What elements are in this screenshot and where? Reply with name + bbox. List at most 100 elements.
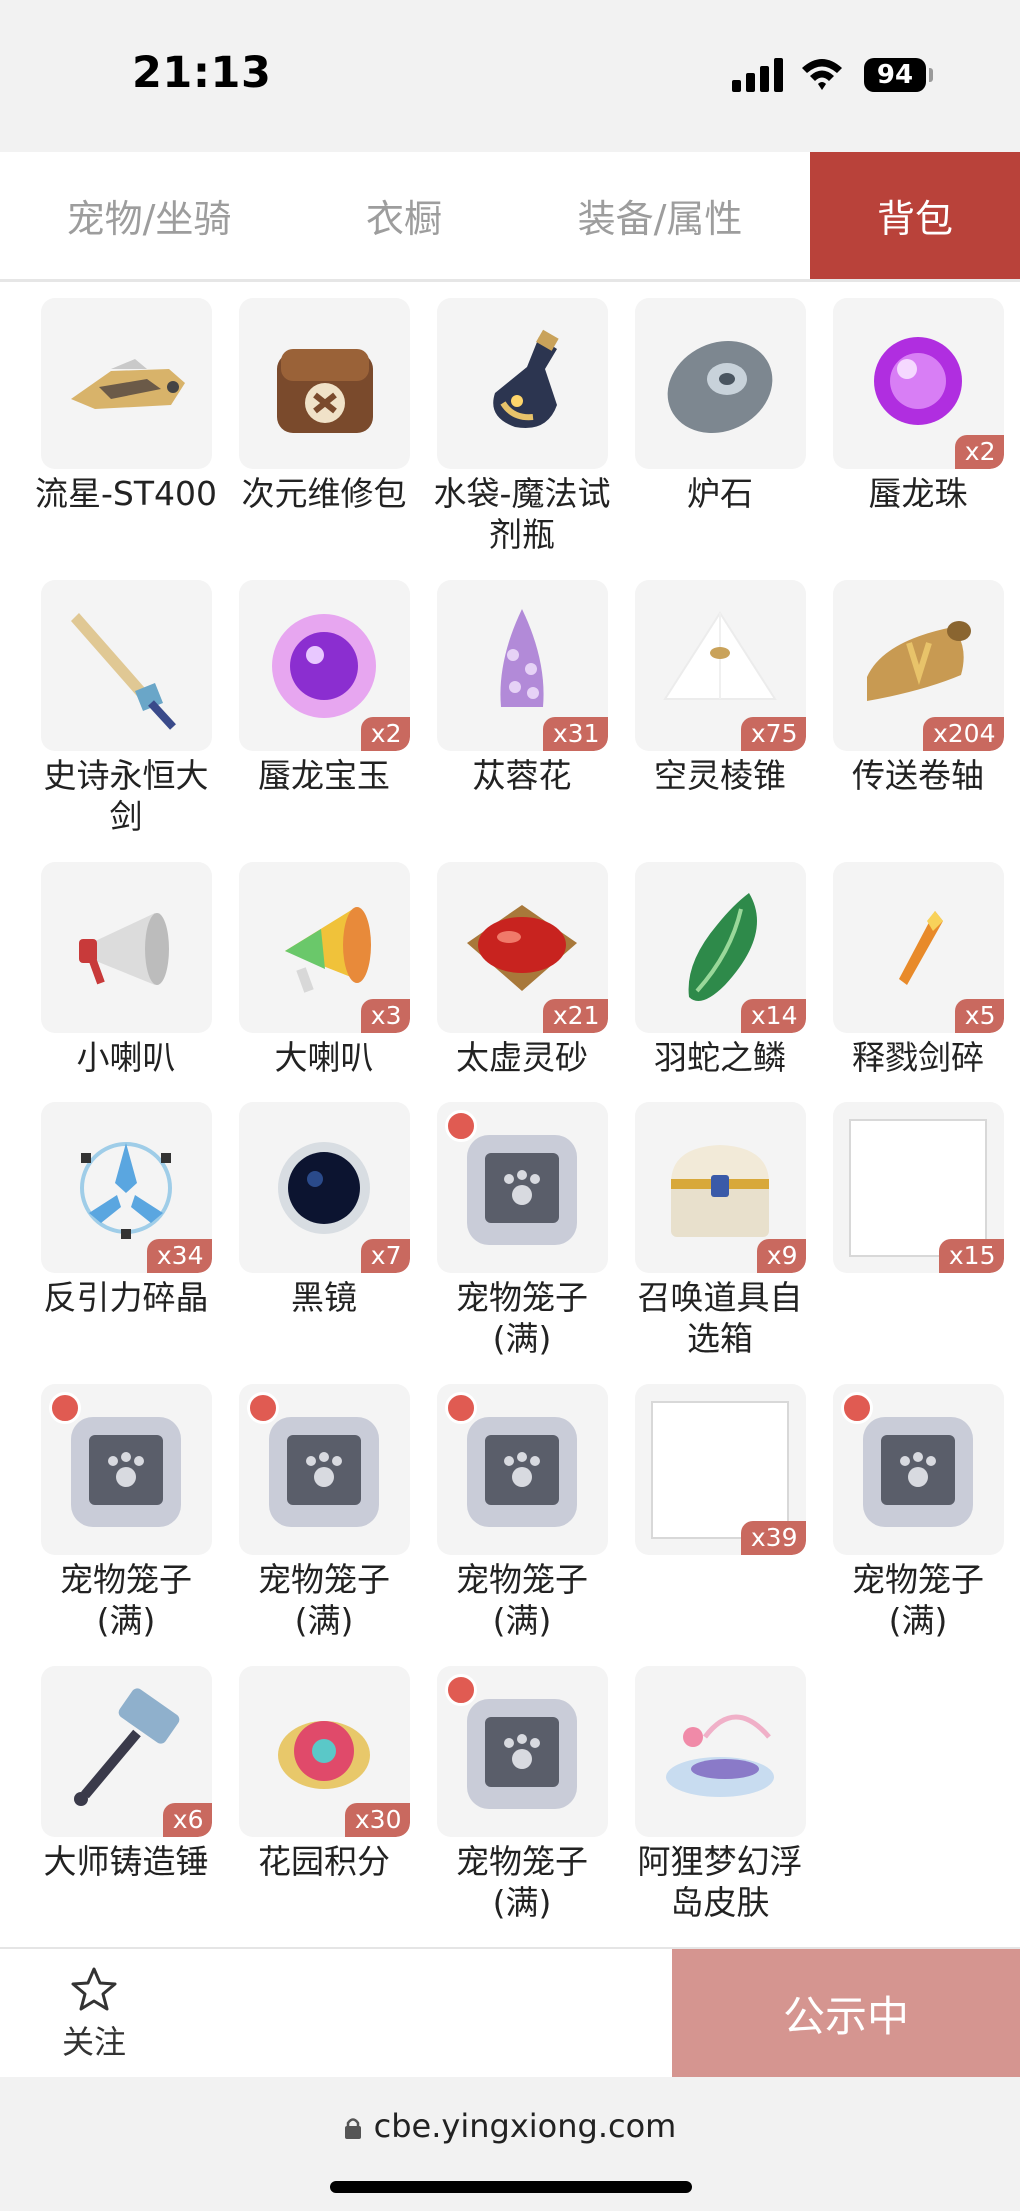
item-name: 炉石: [687, 474, 753, 513]
follow-label: 关注: [61, 2023, 126, 2061]
item-thumbnail: [436, 1666, 608, 1837]
backpack-item[interactable]: x9 召唤道具自选箱: [621, 1102, 819, 1384]
greatsword-icon: [71, 612, 176, 730]
backpack-item[interactable]: x2 蜃龙宝玉: [225, 580, 423, 862]
item-thumbnail: x7: [238, 1102, 410, 1273]
backpack-item[interactable]: 史诗永恒大剑: [27, 580, 225, 862]
home-indicator: [330, 2181, 692, 2193]
follow-button[interactable]: 关注: [48, 1965, 140, 2065]
category-tabs: 宠物/坐骑 衣橱 装备/属性 背包: [0, 152, 1020, 282]
item-count-badge: x204: [922, 717, 1004, 751]
backpack-item[interactable]: x7 黑镜: [225, 1102, 423, 1384]
backpack-item[interactable]: x204 传送卷轴: [819, 580, 1017, 862]
backpack-item[interactable]: x2 蜃龙珠: [819, 298, 1017, 580]
cellular-signal-icon: [732, 58, 784, 92]
backpack-item[interactable]: 宠物笼子(满): [225, 1384, 423, 1666]
paw-tag-icon: [48, 1392, 81, 1424]
item-thumbnail: [238, 298, 410, 469]
item-thumbnail: x75: [634, 580, 806, 751]
item-name: 蜃龙珠: [868, 474, 968, 513]
item-thumbnail: [40, 298, 212, 469]
hearthstone-icon: [667, 340, 773, 433]
backpack-item[interactable]: x34 反引力碎晶: [27, 1102, 225, 1384]
item-thumbnail: x34: [40, 1102, 212, 1273]
item-thumbnail: [634, 1666, 806, 1837]
paw-tag-icon: [444, 1110, 477, 1142]
item-name: 宠物笼子(满): [456, 1278, 588, 1358]
backpack-item[interactable]: x6 大师铸造锤: [27, 1666, 225, 1948]
item-thumbnail: x9: [634, 1102, 806, 1273]
repair-bag-icon: [277, 348, 373, 433]
blank-item-icon: [849, 1118, 987, 1257]
backpack-item[interactable]: 宠物笼子(满): [819, 1384, 1017, 1666]
item-thumbnail: x21: [436, 862, 608, 1033]
item-name: 蜃龙宝玉: [258, 756, 390, 795]
backpack-item[interactable]: 宠物笼子(满): [423, 1666, 621, 1948]
backpack-item[interactable]: 炉石: [621, 298, 819, 580]
item-thumbnail: x15: [832, 1102, 1004, 1273]
item-thumbnail: x30: [238, 1666, 410, 1837]
url-field[interactable]: cbe.yingxiong.com: [0, 2107, 1020, 2145]
battery-tip: [929, 68, 933, 82]
item-name: 宠物笼子(满): [258, 1560, 390, 1640]
item-name: 宠物笼子(满): [852, 1560, 984, 1640]
backpack-item[interactable]: x30 花园积分: [225, 1666, 423, 1948]
item-name: 小喇叭: [76, 1038, 176, 1077]
item-thumbnail: [634, 298, 806, 469]
backpack-item[interactable]: x5 释戮剑碎: [819, 862, 1017, 1102]
item-name: 大喇叭: [274, 1038, 374, 1077]
backpack-item[interactable]: 次元维修包: [225, 298, 423, 580]
star-icon: [71, 1967, 117, 2011]
backpack-item[interactable]: 宠物笼子(满): [423, 1102, 621, 1384]
item-count-badge: x21: [542, 999, 608, 1033]
backpack-item[interactable]: x75 空灵棱锥: [621, 580, 819, 862]
wifi-icon: [802, 59, 842, 90]
item-thumbnail: x2: [238, 580, 410, 751]
tab-backpack[interactable]: 背包: [810, 152, 1020, 279]
item-thumbnail: x5: [832, 862, 1004, 1033]
status-time: 21:13: [132, 48, 272, 98]
backpack-item[interactable]: 阿狸梦幻浮岛皮肤: [621, 1666, 819, 1948]
backpack-item[interactable]: 宠物笼子(满): [27, 1384, 225, 1666]
backpack-item[interactable]: 小喇叭: [27, 862, 225, 1102]
tab-equipment-attributes[interactable]: 装备/属性: [510, 152, 810, 279]
backpack-item[interactable]: x39: [621, 1384, 819, 1666]
bottom-action-bar: 关注 公示中: [0, 1947, 1020, 2077]
item-thumbnail: [436, 1102, 608, 1273]
paw-tag-icon: [246, 1392, 279, 1424]
item-count-badge: x2: [954, 435, 1004, 469]
potion-bottle-icon: [493, 329, 559, 428]
backpack-item[interactable]: x21 太虚灵砂: [423, 862, 621, 1102]
item-name: 花园积分: [258, 1842, 390, 1881]
item-name: 水袋-魔法试剂瓶: [433, 474, 611, 554]
item-thumbnail: x31: [436, 580, 608, 751]
backpack-item[interactable]: 宠物笼子(满): [423, 1384, 621, 1666]
backpack-item[interactable]: 水袋-魔法试剂瓶: [423, 298, 621, 580]
item-name: 大师铸造锤: [43, 1842, 209, 1881]
item-name: 流星-ST400: [35, 474, 217, 513]
item-thumbnail: x3: [238, 862, 410, 1033]
item-count-badge: x7: [360, 1239, 410, 1273]
backpack-item[interactable]: x14 羽蛇之鳞: [621, 862, 819, 1102]
item-thumbnail: x2: [832, 298, 1004, 469]
item-name: 召唤道具自选箱: [637, 1278, 803, 1358]
item-thumbnail: [832, 1384, 1004, 1555]
item-thumbnail: x204: [832, 580, 1004, 751]
item-thumbnail: [436, 298, 608, 469]
small-megaphone-icon: [79, 912, 169, 985]
blank-item-icon: [651, 1400, 789, 1539]
tab-wardrobe[interactable]: 衣橱: [298, 152, 510, 279]
item-count-badge: x6: [162, 1803, 212, 1837]
backpack-item[interactable]: x31 苁蓉花: [423, 580, 621, 862]
backpack-item[interactable]: x15: [819, 1102, 1017, 1384]
tab-pets-mounts[interactable]: 宠物/坐骑: [0, 152, 298, 279]
item-count-badge: x30: [344, 1803, 410, 1837]
item-count-badge: x3: [360, 999, 410, 1033]
public-notice-button[interactable]: 公示中: [672, 1949, 1020, 2077]
item-count-badge: x2: [360, 717, 410, 751]
backpack-item[interactable]: 流星-ST400: [27, 298, 225, 580]
item-count-badge: x34: [146, 1239, 212, 1273]
backpack-item[interactable]: x3 大喇叭: [225, 862, 423, 1102]
item-name: 释戮剑碎: [852, 1038, 984, 1077]
item-name: 反引力碎晶: [43, 1278, 209, 1317]
